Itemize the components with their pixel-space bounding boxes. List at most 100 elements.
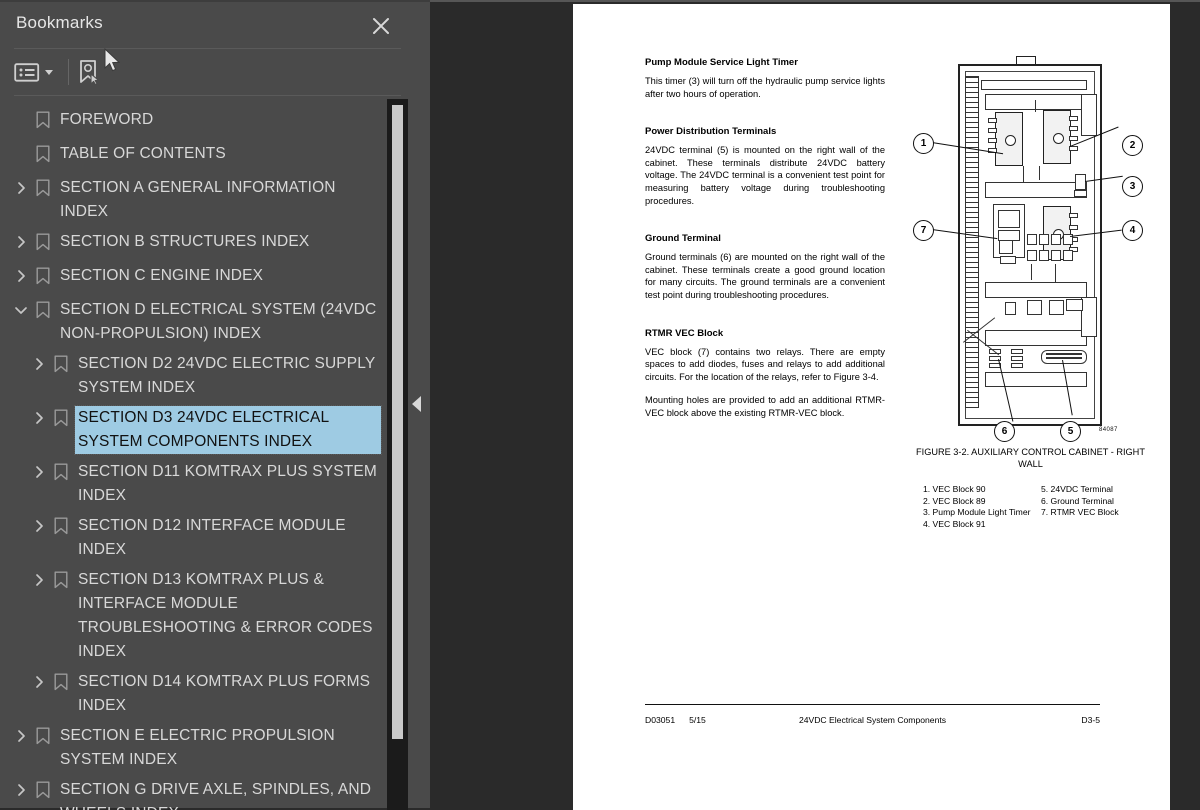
fuse: [1049, 300, 1064, 315]
collapse-panel-handle-icon[interactable]: [412, 396, 421, 412]
bookmark-item[interactable]: FOREWORD: [0, 105, 387, 139]
close-icon[interactable]: [369, 14, 393, 38]
chevron-right-icon[interactable]: [10, 265, 32, 287]
bookmark-item-label: TABLE OF CONTENTS: [60, 145, 226, 162]
bookmark-item-label: SECTION C ENGINE INDEX: [60, 267, 264, 284]
chevron-right-icon[interactable]: [10, 725, 32, 747]
figure-legend-entry: 7. RTMR VEC Block: [1041, 507, 1119, 518]
bookmark-item-label: SECTION A GENERAL INFORMATION INDEX: [60, 179, 336, 220]
callout-4: 4: [1122, 220, 1143, 241]
viewer-right-margin: [1170, 4, 1200, 810]
ground-terminal: [1011, 363, 1023, 368]
bookmark-item-label: FOREWORD: [60, 111, 154, 128]
chevron-right-icon[interactable]: [10, 231, 32, 253]
relay: [1051, 250, 1061, 261]
chevron-right-icon[interactable]: [28, 353, 50, 375]
footer-doc-number: D03051: [645, 715, 676, 725]
rtmr-relay: [998, 210, 1020, 228]
bookmark-item[interactable]: SECTION D11 KOMTRAX PLUS SYSTEM INDEX: [0, 457, 387, 511]
new-bookmark-icon[interactable]: [75, 56, 109, 88]
bookmark-item[interactable]: TABLE OF CONTENTS: [0, 139, 387, 173]
callout-3: 3: [1122, 176, 1143, 197]
wireway-bar: [981, 80, 1087, 90]
bookmark-item-label: SECTION D2 24VDC ELECTRIC SUPPLY SYSTEM …: [78, 355, 376, 396]
figure-legend-entry: 3. Pump Module Light Timer: [923, 507, 1031, 518]
figure-artwork: 1 2 3 4 5 6 7: [903, 54, 1158, 444]
bookmarks-panel-header: Bookmarks: [0, 2, 415, 48]
footer-left: D03051 5/15: [645, 715, 720, 725]
relay: [1039, 234, 1049, 245]
footer-revision: 5/15: [689, 715, 706, 725]
chevron-right-icon[interactable]: [28, 515, 50, 537]
ground-terminal: [1011, 349, 1023, 354]
panel-title: Bookmarks: [16, 13, 103, 32]
vec-block-89: [1043, 110, 1078, 164]
pdf-reader-window: Bookmarks FOREWORD TABLE OF CONTENTS SEC…: [0, 0, 1200, 810]
document-viewer[interactable]: Pump Module Service Light Timer This time…: [430, 0, 1200, 810]
bookmark-item[interactable]: SECTION D12 INTERFACE MODULE INDEX: [0, 511, 387, 565]
bookmark-icon: [32, 299, 54, 321]
callout-5: 5: [1060, 421, 1081, 442]
section-paragraph: Ground terminals (6) are mounted on the …: [645, 252, 885, 300]
bookmark-item[interactable]: SECTION B STRUCTURES INDEX: [0, 227, 387, 261]
bookmark-item[interactable]: SECTION D2 24VDC ELECTRIC SUPPLY SYSTEM …: [0, 349, 387, 403]
section-heading: Ground Terminal: [645, 233, 721, 245]
bookmark-icon: [32, 779, 54, 801]
bookmark-item[interactable]: SECTION D14 KOMTRAX PLUS FORMS INDEX: [0, 667, 387, 721]
figure-legend-left-column: 1. VEC Block 90 2. VEC Block 89 3. Pump Mo…: [923, 484, 1041, 530]
list-options-icon[interactable]: [14, 56, 64, 88]
figure-block: 1 2 3 4 5 6 7 84087 FIGURE 3-2. AUXILIAR…: [903, 54, 1158, 529]
chevron-right-icon[interactable]: [28, 407, 50, 429]
bookmark-icon: [50, 353, 72, 375]
relay: [1039, 250, 1049, 261]
wireway-bar: [985, 182, 1087, 198]
bookmark-item[interactable]: SECTION A GENERAL INFORMATION INDEX: [0, 173, 387, 227]
bookmark-item[interactable]: SECTION E ELECTRIC PROPULSION SYSTEM IND…: [0, 721, 387, 775]
chevron-right-icon[interactable]: [28, 671, 50, 693]
bookmark-icon: [50, 407, 72, 429]
figure-legend-right-column: 5. 24VDC Terminal 6. Ground Terminal 7. RT…: [1041, 484, 1158, 530]
wireway-bar: [985, 372, 1087, 387]
bookmark-icon: [50, 515, 72, 537]
bookmark-item[interactable]: SECTION D ELECTRICAL SYSTEM (24VDC NON-P…: [0, 295, 387, 349]
bookmark-icon: [32, 265, 54, 287]
callout-7: 7: [913, 220, 934, 241]
callout-2: 2: [1122, 135, 1143, 156]
bookmark-icon: [50, 569, 72, 591]
bookmark-item[interactable]: SECTION D13 KOMTRAX PLUS & INTERFACE MOD…: [0, 565, 387, 667]
footer-page-number: D3-5: [1081, 715, 1100, 725]
chevron-right-icon[interactable]: [28, 461, 50, 483]
bookmark-item-label: SECTION D11 KOMTRAX PLUS SYSTEM INDEX: [78, 463, 377, 504]
bookmarks-tree-scroll-area[interactable]: FOREWORD TABLE OF CONTENTS SECTION A GENER…: [0, 98, 387, 810]
bookmark-item-label: SECTION D3 24VDC ELECTRICAL SYSTEM COMPO…: [74, 405, 382, 455]
chevron-right-icon[interactable]: [10, 779, 32, 801]
section-paragraph: Mounting holes are provided to add an ad…: [645, 395, 885, 418]
right-enclosure: [1081, 297, 1097, 337]
bookmarks-toolbar: [0, 49, 415, 95]
bookmark-item-selected[interactable]: SECTION D3 24VDC ELECTRICAL SYSTEM COMPO…: [0, 403, 387, 457]
bookmark-item-label: SECTION D14 KOMTRAX PLUS FORMS INDEX: [78, 673, 371, 714]
bookmark-item[interactable]: SECTION G DRIVE AXLE, SPINDLES, AND WHEE…: [0, 775, 387, 810]
toolbar-separator: [68, 59, 69, 85]
bookmark-icon: [32, 143, 54, 165]
chevron-down-icon: [45, 69, 53, 75]
bookmark-item-label: SECTION E ELECTRIC PROPULSION SYSTEM IND…: [60, 727, 335, 768]
figure-legend-entry: 5. 24VDC Terminal: [1041, 484, 1113, 494]
figure-caption: FIGURE 3-2. AUXILIARY CONTROL CABINET - …: [916, 447, 1145, 469]
figure-legend-entry: 4. VEC Block 91: [923, 518, 986, 529]
relay: [1051, 234, 1061, 245]
ground-terminal: [1011, 356, 1023, 361]
chevron-down-icon[interactable]: [10, 299, 32, 321]
bookmarks-scrollbar-thumb[interactable]: [392, 105, 403, 739]
section-paragraph: This timer (3) will turn off the hydraul…: [645, 76, 885, 99]
chevron-right-icon[interactable]: [28, 569, 50, 591]
section-paragraph: 24VDC terminal (5) is mounted on the rig…: [645, 145, 885, 206]
bookmarks-tree: FOREWORD TABLE OF CONTENTS SECTION A GENER…: [0, 98, 387, 810]
cable-gland: [999, 240, 1013, 254]
chevron-right-icon[interactable]: [10, 177, 32, 199]
relay: [1063, 250, 1073, 261]
bookmark-item[interactable]: SECTION C ENGINE INDEX: [0, 261, 387, 295]
bookmarks-panel: Bookmarks FOREWORD TABLE OF CONTENTS SEC…: [0, 0, 415, 810]
